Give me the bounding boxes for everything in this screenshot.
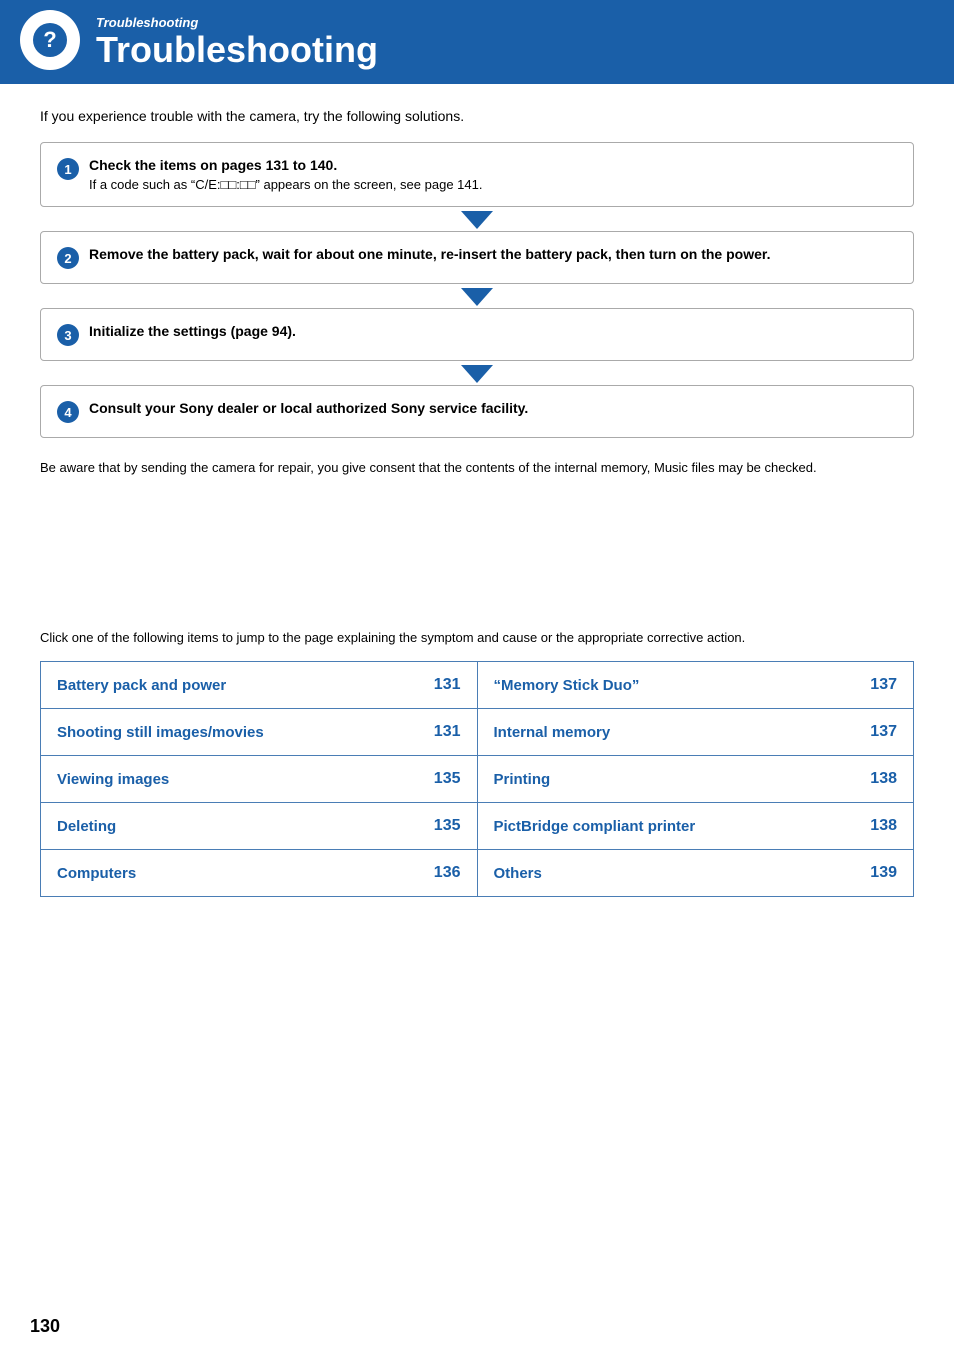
jump-label: Battery pack and power [57, 677, 226, 694]
jump-page: 135 [434, 770, 461, 788]
jump-label: “Memory Stick Duo” [494, 677, 640, 694]
jump-label: Deleting [57, 818, 116, 835]
jump-label: Shooting still images/movies [57, 724, 264, 741]
step-arrow-3 [40, 365, 914, 383]
jump-cell-inner: Deleting 135 [57, 817, 461, 835]
jump-cell-pictbridgecompliantprinter[interactable]: PictBridge compliant printer 138 [477, 803, 914, 850]
jump-cell-printing[interactable]: Printing 138 [477, 756, 914, 803]
jump-cell-computers[interactable]: Computers 136 [41, 850, 478, 897]
jump-cell-inner: PictBridge compliant printer 138 [494, 817, 898, 835]
jump-label: Viewing images [57, 771, 169, 788]
step-heading-4: Consult your Sony dealer or local author… [89, 400, 528, 416]
jump-label: Internal memory [494, 724, 611, 741]
step-arrow-2 [40, 288, 914, 306]
step-number-3: 3 [57, 324, 79, 346]
jump-cell-deleting[interactable]: Deleting 135 [41, 803, 478, 850]
step-number-2: 2 [57, 247, 79, 269]
jump-cell-“memorystickduo”[interactable]: “Memory Stick Duo” 137 [477, 662, 914, 709]
spacer [40, 508, 914, 628]
intro-text: If you experience trouble with the camer… [40, 108, 914, 124]
jump-cell-inner: Others 139 [494, 864, 898, 882]
jump-page: 136 [434, 864, 461, 882]
jump-cell-inner: Printing 138 [494, 770, 898, 788]
step-box-1: 1 Check the items on pages 131 to 140. I… [40, 142, 914, 207]
step-box-4: 4 Consult your Sony dealer or local auth… [40, 385, 914, 438]
jump-label: Others [494, 865, 542, 882]
step-content-4: Consult your Sony dealer or local author… [89, 400, 897, 416]
step-heading-2: Remove the battery pack, wait for about … [89, 246, 770, 262]
jump-label: Printing [494, 771, 551, 788]
step-heading-1: Check the items on pages 131 to 140. [89, 157, 337, 173]
step-detail-1: If a code such as “C/E:□□:□□” appears on… [89, 177, 897, 192]
jump-cell-inner: Shooting still images/movies 131 [57, 723, 461, 741]
step-content-3: Initialize the settings (page 94). [89, 323, 897, 339]
note-text: Be aware that by sending the camera for … [40, 458, 914, 478]
jump-table: Battery pack and power 131 “Memory Stick… [40, 661, 914, 897]
question-mark-icon: ? [32, 22, 68, 58]
jump-cell-internalmemory[interactable]: Internal memory 137 [477, 709, 914, 756]
jump-cell-inner: “Memory Stick Duo” 137 [494, 676, 898, 694]
page-header: ? Troubleshooting Troubleshooting [0, 0, 954, 84]
jump-intro: Click one of the following items to jump… [40, 628, 914, 648]
jump-cell-inner: Computers 136 [57, 864, 461, 882]
jump-page: 138 [870, 770, 897, 788]
jump-cell-batterypackandpower[interactable]: Battery pack and power 131 [41, 662, 478, 709]
step-arrow-1 [40, 211, 914, 229]
jump-cell-shootingstillimages/movies[interactable]: Shooting still images/movies 131 [41, 709, 478, 756]
main-content: If you experience trouble with the camer… [0, 84, 954, 937]
jump-page: 131 [434, 676, 461, 694]
step-content-1: Check the items on pages 131 to 140. If … [89, 157, 897, 192]
step-box-2: 2 Remove the battery pack, wait for abou… [40, 231, 914, 284]
jump-page: 131 [434, 723, 461, 741]
jump-page: 138 [870, 817, 897, 835]
jump-label: Computers [57, 865, 136, 882]
jump-cell-inner: Internal memory 137 [494, 723, 898, 741]
jump-page: 139 [870, 864, 897, 882]
svg-text:?: ? [43, 27, 56, 52]
header-title: Troubleshooting [96, 30, 378, 70]
header-icon: ? [20, 10, 80, 70]
jump-page: 137 [870, 676, 897, 694]
step-box-3: 3 Initialize the settings (page 94). [40, 308, 914, 361]
step-number-4: 4 [57, 401, 79, 423]
step-number-1: 1 [57, 158, 79, 180]
page-number: 130 [30, 1316, 60, 1337]
header-text-block: Troubleshooting Troubleshooting [96, 15, 378, 70]
jump-page: 135 [434, 817, 461, 835]
jump-cell-viewingimages[interactable]: Viewing images 135 [41, 756, 478, 803]
jump-cell-inner: Battery pack and power 131 [57, 676, 461, 694]
step-content-2: Remove the battery pack, wait for about … [89, 246, 897, 262]
jump-cell-others[interactable]: Others 139 [477, 850, 914, 897]
header-subtitle: Troubleshooting [96, 15, 378, 30]
jump-cell-inner: Viewing images 135 [57, 770, 461, 788]
jump-page: 137 [870, 723, 897, 741]
jump-label: PictBridge compliant printer [494, 818, 696, 835]
step-heading-3: Initialize the settings (page 94). [89, 323, 296, 339]
steps-container: 1 Check the items on pages 131 to 140. I… [40, 142, 914, 438]
